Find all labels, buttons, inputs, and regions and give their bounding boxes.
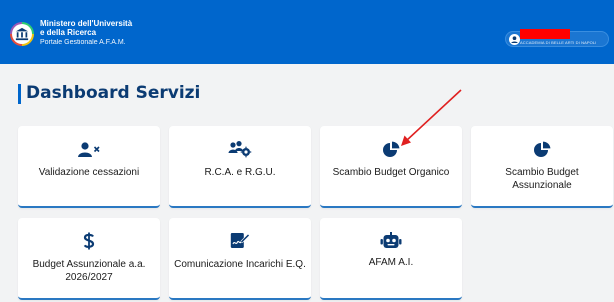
pie-chart-icon xyxy=(471,141,613,159)
ministry-logo[interactable] xyxy=(10,22,34,46)
robot-icon xyxy=(320,232,462,250)
brand-subtitle: Portale Gestionale A.F.A.M. xyxy=(40,39,126,46)
top-header: Ministero dell'Università e della Ricerc… xyxy=(0,0,614,64)
brand-line-2: e della Ricerca xyxy=(40,28,97,37)
service-card-budget-assunzionale[interactable]: Budget Assunzionale a.a. 2026/2027 xyxy=(18,218,160,300)
brand-line-1: Ministero dell'Università xyxy=(40,19,133,28)
service-card-label: Validazione cessazioni xyxy=(38,167,140,178)
dollar-icon xyxy=(18,232,160,250)
users-gear-icon xyxy=(169,140,311,158)
service-card-label: Comunicazione Incarichi E.Q. xyxy=(174,259,306,270)
page-title: Dashboard Servizi xyxy=(26,83,201,103)
pie-chart-icon xyxy=(320,141,462,159)
service-card-scambio-organico[interactable]: Scambio Budget Organico xyxy=(320,126,462,208)
service-card-validazione[interactable]: Validazione cessazioni xyxy=(18,126,160,208)
service-card-rca-rgu[interactable]: R.C.A. e R.G.U. xyxy=(169,126,311,208)
service-card-label: Scambio Budget Organico xyxy=(332,167,450,178)
title-accent-bar xyxy=(18,84,21,104)
user-avatar-icon xyxy=(509,34,520,45)
service-card-label: R.C.A. e R.G.U. xyxy=(204,167,276,178)
service-card-label: AFAM A.I. xyxy=(368,257,414,268)
brand-block[interactable]: Ministero dell'Università e della Ricerc… xyxy=(40,19,132,48)
signature-icon xyxy=(169,231,311,249)
service-card-scambio-assunzionale[interactable]: Scambio Budget Assunzionale xyxy=(471,126,613,208)
service-card-comunicazione-eq[interactable]: Comunicazione Incarichi E.Q. xyxy=(169,218,311,300)
service-card-afam-ai[interactable]: AFAM A.I. xyxy=(320,218,462,300)
redacted-username xyxy=(520,29,570,39)
user-organization: ACCADEMIA DI BELLE ARTI DI NAPOLI xyxy=(520,40,597,45)
user-remove-icon xyxy=(18,142,160,158)
institution-icon xyxy=(12,24,32,44)
service-card-label: Budget Assunzionale a.a. 2026/2027 xyxy=(32,259,146,283)
service-card-label: Scambio Budget Assunzionale xyxy=(505,167,579,191)
